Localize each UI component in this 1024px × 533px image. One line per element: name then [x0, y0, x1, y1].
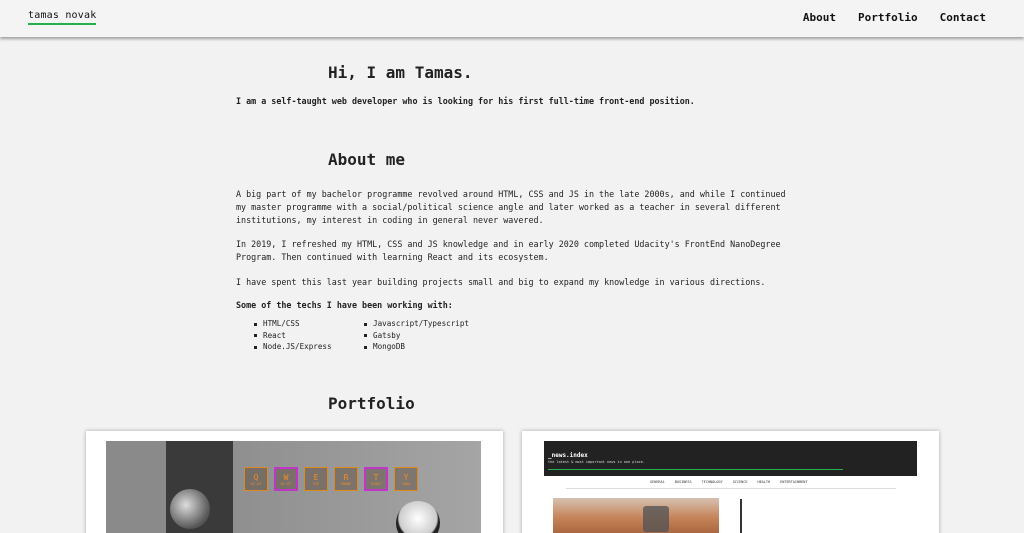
about-paragraph-2: In 2019, I refreshed my HTML, CSS and JS… [236, 239, 781, 262]
about-paragraph-3: I have spent this last year building pro… [236, 277, 766, 287]
key-tile: Q AT-AT [244, 467, 268, 491]
key-sublabel: AT-AT [250, 481, 262, 486]
news-category-menu: GENERAL BUSINESS TECHNOLOGY SCIENCE HEAL… [650, 480, 808, 484]
death-star-image [170, 489, 210, 529]
news-category: TECHNOLOGY [701, 480, 723, 484]
key-tile: Y YODA [394, 467, 418, 491]
key-tile: E TIE [304, 467, 328, 491]
keyboard-keys: Q AT-AT W AT-ST E TIE R PROBE T SCOUT Y YODA [244, 467, 418, 491]
portfolio-card-keyboard-game[interactable]: Q AT-AT W AT-ST E TIE R PROBE T SCOUT Y YODA [86, 431, 503, 533]
nav-link-contact[interactable]: Contact [940, 11, 986, 24]
key-sublabel: SCOUT [370, 481, 382, 486]
nav-links: About Portfolio Contact [803, 11, 986, 24]
key-letter: Y [403, 472, 409, 482]
news-category: SCIENCE [732, 480, 748, 484]
key-sublabel: AT-ST [280, 481, 292, 486]
news-divider [566, 488, 896, 489]
news-header: _news.index the latest & most important … [544, 441, 917, 476]
news-category: GENERAL [650, 480, 665, 484]
top-navbar: tamas novak About Portfolio Contact [0, 0, 1024, 37]
news-article-image [553, 498, 719, 533]
key-letter: Q [253, 472, 259, 482]
key-sublabel: YODA [401, 481, 411, 486]
key-tile: T SCOUT [364, 467, 388, 491]
key-letter: W [283, 472, 289, 482]
tech-item: HTML/CSS [254, 318, 364, 330]
tech-item: Node.JS/Express [254, 341, 364, 353]
portfolio-heading: Portfolio [328, 394, 415, 413]
tech-item: React [254, 330, 364, 342]
project-screenshot[interactable]: Q AT-AT W AT-ST E TIE R PROBE T SCOUT Y YODA [106, 441, 481, 533]
tech-item: Javascript/Typescript [364, 318, 514, 330]
news-category: BUSINESS [674, 480, 692, 484]
news-category: HEALTH [757, 480, 771, 484]
hero-heading: Hi, I am Tamas. [328, 63, 473, 82]
project-screenshot[interactable]: _news.index the latest & most important … [544, 441, 917, 533]
about-heading: About me [328, 150, 406, 169]
news-site-subtitle: the latest & most important news in one … [548, 460, 645, 464]
key-sublabel: PROBE [340, 481, 352, 486]
nav-link-about[interactable]: About [803, 11, 836, 24]
hero-intro: I am a self-taught web developer who is … [236, 96, 695, 106]
key-letter: R [343, 472, 349, 482]
portfolio-card-news-index[interactable]: _news.index the latest & most important … [522, 431, 939, 533]
key-tile: W AT-ST [274, 467, 298, 491]
news-category: ENTERTAINMENT [780, 480, 808, 484]
tech-item: MongoDB [364, 341, 514, 353]
news-site-title: _news.index [548, 452, 588, 459]
mars-rover-image [643, 506, 669, 532]
brand-logo-link[interactable]: tamas novak [28, 10, 97, 25]
news-article-bar [740, 499, 742, 533]
key-tile: R PROBE [334, 467, 358, 491]
techs-heading: Some of the techs I have been working wi… [236, 300, 453, 310]
nav-link-portfolio[interactable]: Portfolio [858, 11, 918, 24]
key-letter: E [313, 472, 319, 482]
key-letter: T [373, 472, 379, 482]
tech-list: HTML/CSS Javascript/Typescript React Gat… [254, 318, 514, 353]
key-sublabel: TIE [312, 481, 320, 486]
news-accent-line [548, 469, 843, 470]
tech-item: Gatsby [364, 330, 514, 342]
about-paragraph-1: A big part of my bachelor programme revo… [236, 189, 786, 225]
